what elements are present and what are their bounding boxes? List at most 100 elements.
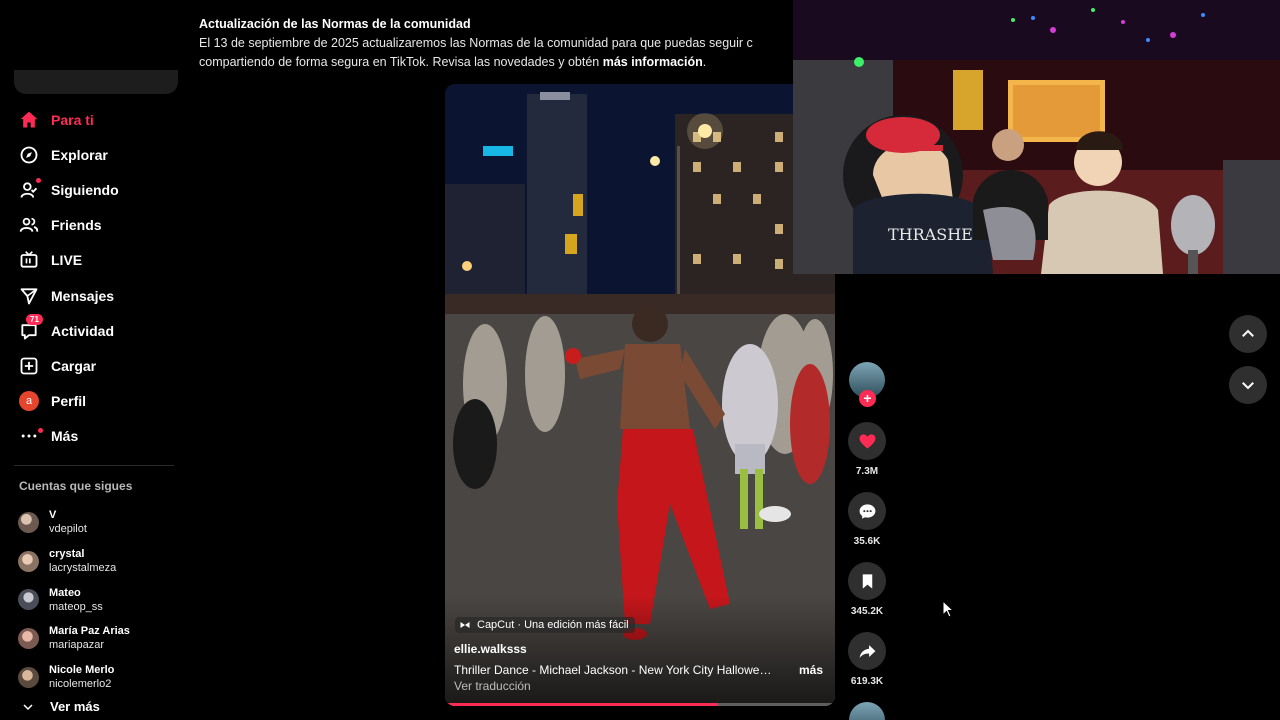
caption-more-button[interactable]: más	[799, 663, 823, 677]
save-action: 345.2K	[848, 562, 886, 618]
capcut-icon	[460, 622, 470, 628]
video-caption: Thriller Dance - Michael Jackson - New Y…	[454, 663, 774, 677]
nav-label: Cargar	[51, 357, 97, 374]
nav-item-perfil[interactable]: a Perfil	[18, 384, 119, 419]
compass-icon	[18, 144, 40, 166]
avatar	[18, 589, 39, 611]
community-guidelines-notice: Actualización de las Normas de la comuni…	[199, 15, 799, 72]
nav-item-friends[interactable]: Friends	[18, 208, 119, 243]
following-account[interactable]: Nicole Merlo nicolemerlo2	[18, 658, 130, 697]
chevron-down-icon	[1242, 382, 1254, 390]
sound-avatar[interactable]	[849, 702, 885, 720]
nav-label: Explorar	[51, 146, 108, 163]
save-button[interactable]	[848, 562, 886, 600]
nav-item-live[interactable]: LIVE	[18, 243, 119, 278]
comment-button[interactable]	[848, 492, 886, 530]
messages-icon	[18, 285, 40, 307]
capcut-tag[interactable]: CapCut · Una edición más fácil	[455, 617, 635, 633]
comment-count: 35.6K	[853, 536, 881, 547]
activity-badge: 71	[26, 313, 43, 325]
avatar	[18, 627, 39, 649]
following-account[interactable]: Mateo mateop_ss	[18, 580, 130, 619]
following-account[interactable]: crystal lacrystalmeza	[18, 542, 130, 581]
comment-icon	[859, 503, 875, 519]
nav-label: Friends	[51, 217, 102, 234]
nav-label: Perfil	[51, 393, 87, 410]
nav-label: Más	[51, 428, 79, 445]
avatar	[18, 550, 39, 572]
share-icon	[859, 644, 875, 658]
nav-label: Para ti	[51, 111, 94, 128]
share-count: 619.3K	[850, 676, 884, 687]
like-count: 7.3M	[855, 466, 879, 477]
friends-icon	[18, 214, 40, 236]
live-icon	[18, 249, 40, 271]
notification-dot	[36, 177, 41, 183]
nav-item-cargar[interactable]: Cargar	[18, 348, 119, 383]
nav-label: Siguiendo	[51, 181, 119, 198]
notice-line-2-text: compartiendo de forma segura en TikTok. …	[199, 55, 603, 69]
like-action: 7.3M	[848, 422, 886, 478]
chevron-down-icon	[23, 703, 33, 710]
video-progress-bar[interactable]	[445, 703, 835, 706]
following-account[interactable]: María Paz Arias mariapazar	[18, 619, 130, 658]
notice-period: .	[702, 55, 707, 69]
nav-item-siguiendo[interactable]: Siguiendo	[18, 172, 119, 207]
account-username: mariapazar	[49, 639, 105, 652]
video-author[interactable]: ellie.walksss	[454, 642, 527, 656]
more-icon	[18, 425, 43, 447]
profile-avatar-letter: a	[19, 391, 39, 412]
capcut-label: CapCut · Una edición más fácil	[477, 619, 629, 631]
nav-item-actividad[interactable]: 71 Actividad	[18, 313, 119, 348]
account-name: Mateo	[49, 586, 81, 599]
following-account[interactable]: V vdepilot	[18, 503, 130, 542]
like-button[interactable]	[848, 422, 886, 460]
shirt-logo: THRASHER	[888, 225, 986, 244]
sidebar-nav: Para ti Explorar Siguiendo Friends LIVE …	[18, 102, 119, 454]
webcam-frame: THRASHER	[793, 0, 1280, 274]
account-name: crystal	[49, 548, 85, 561]
video-actions: + 7.3M 35.6K 345.2K 619.3K	[848, 362, 886, 720]
account-username: lacrystalmeza	[49, 562, 117, 575]
avatar	[18, 511, 39, 533]
search-bar[interactable]	[14, 70, 178, 94]
previous-video-button[interactable]	[1229, 315, 1267, 353]
nav-item-mensajes[interactable]: Mensajes	[18, 278, 119, 313]
activity-icon: 71	[18, 313, 43, 342]
follow-plus-icon[interactable]: +	[859, 390, 876, 407]
heart-icon	[859, 433, 875, 449]
notice-line-2: compartiendo de forma segura en TikTok. …	[199, 53, 799, 72]
notice-more-info-link[interactable]: más información	[603, 55, 703, 69]
share-action: 619.3K	[848, 632, 886, 688]
save-count: 345.2K	[850, 606, 884, 617]
nav-item-para-ti[interactable]: Para ti	[18, 102, 119, 137]
following-list: V vdepilot crystal lacrystalmeza Mateo m…	[18, 503, 130, 696]
nav-label: Mensajes	[51, 287, 115, 304]
next-video-button[interactable]	[1229, 366, 1267, 404]
following-icon	[18, 177, 41, 201]
notification-dot	[38, 428, 43, 434]
share-button[interactable]	[848, 632, 886, 670]
sidebar-divider	[14, 465, 174, 466]
sidebar: Para ti Explorar Siguiendo Friends LIVE …	[0, 0, 190, 720]
chevron-up-icon	[1242, 329, 1254, 337]
nav-item-mas[interactable]: Más	[18, 419, 119, 454]
webcam-overlay: THRASHER	[793, 0, 1280, 274]
nav-item-explorar[interactable]: Explorar	[18, 137, 119, 172]
account-username: mateop_ss	[49, 600, 103, 613]
nav-label: Actividad	[51, 322, 115, 339]
account-name: María Paz Arias	[49, 625, 130, 638]
account-username: nicolemerlo2	[49, 678, 112, 691]
account-username: vdepilot	[49, 523, 87, 536]
video-player[interactable]: CapCut · Una edición más fácil ellie.wal…	[445, 84, 835, 706]
see-more-label: Ver más	[50, 699, 100, 714]
mouse-cursor-icon	[942, 600, 954, 618]
account-name: Nicole Merlo	[49, 664, 115, 677]
account-name: V	[49, 509, 57, 522]
creator-avatar[interactable]: +	[849, 362, 885, 407]
notice-title: Actualización de las Normas de la comuni…	[199, 17, 471, 31]
see-more-button[interactable]: Ver más	[22, 699, 100, 714]
see-translation-button[interactable]: Ver traducción	[454, 679, 531, 693]
upload-icon	[18, 355, 40, 377]
home-icon	[18, 109, 40, 131]
